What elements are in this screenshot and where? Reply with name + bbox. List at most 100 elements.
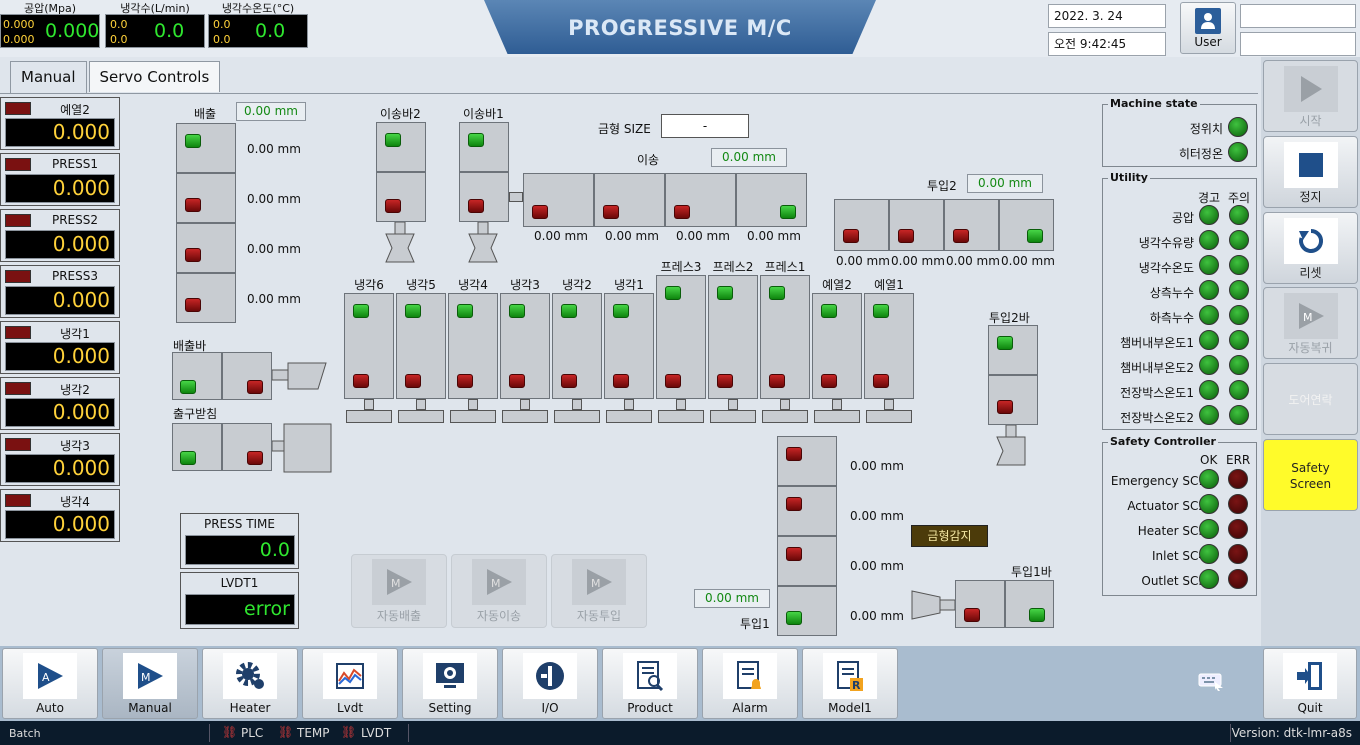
transfer-slot[interactable]	[665, 173, 736, 227]
station-down-button[interactable]	[405, 374, 421, 388]
transfer-bar1-up[interactable]	[459, 122, 509, 172]
station-down-button[interactable]	[561, 374, 577, 388]
tab-servo-controls[interactable]: Servo Controls	[88, 61, 221, 92]
reset-button[interactable]: 리셋	[1263, 212, 1358, 284]
input1-slot[interactable]	[777, 536, 837, 586]
input2-slot[interactable]	[999, 199, 1054, 251]
quit-button[interactable]: Quit	[1263, 648, 1357, 719]
meter-status-led	[5, 214, 31, 227]
nav-alarm-button[interactable]: Alarm	[702, 648, 798, 719]
station-up-button[interactable]	[665, 286, 681, 300]
nav-model1-button[interactable]: R Model1	[802, 648, 898, 719]
station-down-button[interactable]	[665, 374, 681, 388]
station-down-button[interactable]	[509, 374, 525, 388]
station-block[interactable]	[552, 293, 602, 399]
output-receiver-down[interactable]	[222, 423, 272, 471]
discharge-row-mm: 0.00 mm	[247, 242, 301, 256]
input1-bar-back[interactable]	[955, 580, 1005, 628]
discharge-slot[interactable]	[176, 223, 236, 273]
station-down-button[interactable]	[821, 374, 837, 388]
input1-slot[interactable]	[777, 436, 837, 486]
discharge-slot[interactable]	[176, 173, 236, 223]
station-down-button[interactable]	[769, 374, 785, 388]
transfer-slot[interactable]	[523, 173, 594, 227]
station-block[interactable]	[344, 293, 394, 399]
safety-err-led	[1228, 569, 1248, 589]
transfer-bar2-down[interactable]	[376, 172, 426, 222]
meter-status-led	[5, 494, 31, 507]
discharge-bar-forward[interactable]	[172, 352, 222, 400]
transfer-slot[interactable]	[594, 173, 665, 227]
station-base	[554, 410, 600, 423]
station-down-button[interactable]	[613, 374, 629, 388]
nav-setting-button[interactable]: Setting	[402, 648, 498, 719]
station-up-button[interactable]	[613, 304, 629, 318]
nav-manual-button[interactable]: M Manual	[102, 648, 198, 719]
station-block[interactable]	[760, 275, 810, 399]
station-block[interactable]	[656, 275, 706, 399]
nav-product-button[interactable]: Product	[602, 648, 698, 719]
station-down-button[interactable]	[873, 374, 889, 388]
stop-button[interactable]: 정지	[1263, 136, 1358, 208]
station-down-button[interactable]	[457, 374, 473, 388]
nav-lvdt-button[interactable]: Lvdt	[302, 648, 398, 719]
input2-slot[interactable]	[834, 199, 889, 251]
nav-auto-button[interactable]: A Auto	[2, 648, 98, 719]
station-block[interactable]	[708, 275, 758, 399]
discharge-slot[interactable]	[176, 123, 236, 173]
transfer-bar2-up[interactable]	[376, 122, 426, 172]
station-block[interactable]	[812, 293, 862, 399]
station-up-button[interactable]	[509, 304, 525, 318]
auto-transfer-button[interactable]: M 자동이송	[451, 554, 547, 628]
nav-io-button[interactable]: I/O	[502, 648, 598, 719]
lvdt1-meter: LVDT1 error	[180, 572, 299, 629]
input1-slot[interactable]	[777, 486, 837, 536]
station-up-button[interactable]	[405, 304, 421, 318]
station-down-button[interactable]	[717, 374, 733, 388]
stop-label: 정지	[1299, 190, 1322, 204]
nav-heater-button[interactable]: Heater	[202, 648, 298, 719]
station-up-button[interactable]	[561, 304, 577, 318]
transfer-bar1-down[interactable]	[459, 172, 509, 222]
auto-return-button[interactable]: M 자동복귀	[1263, 287, 1358, 359]
station-up-button[interactable]	[457, 304, 473, 318]
input2-slot[interactable]	[889, 199, 944, 251]
input2-bar-down[interactable]	[988, 375, 1038, 425]
input2-slot[interactable]	[944, 199, 999, 251]
input1-slot[interactable]	[777, 586, 837, 636]
station-block[interactable]	[396, 293, 446, 399]
station-up-button[interactable]	[821, 304, 837, 318]
station-up-button[interactable]	[873, 304, 889, 318]
auto-input-button[interactable]: M 자동투입	[551, 554, 647, 628]
discharge-slot[interactable]	[176, 273, 236, 323]
auto-discharge-button[interactable]: M 자동배출	[351, 554, 447, 628]
output-receiver-up[interactable]	[172, 423, 222, 471]
door-link-button[interactable]: 도어연락	[1263, 363, 1358, 435]
station-block[interactable]	[604, 293, 654, 399]
station-up-button[interactable]	[769, 286, 785, 300]
station-stem	[572, 399, 582, 410]
keyboard-icon[interactable]	[1198, 672, 1224, 692]
discharge-label: 배출	[194, 107, 217, 121]
tab-manual[interactable]: Manual	[10, 61, 87, 93]
input1-bar-forward[interactable]	[1005, 580, 1054, 628]
station-down-button[interactable]	[353, 374, 369, 388]
safety-screen-button[interactable]: Safety Screen	[1263, 439, 1358, 511]
station-up-button[interactable]	[717, 286, 733, 300]
station-up-button[interactable]	[353, 304, 369, 318]
press-time-value: 0.0	[185, 535, 295, 565]
station-block[interactable]	[500, 293, 550, 399]
user-button[interactable]: User	[1180, 2, 1236, 54]
left-meter: 냉각1 0.000	[0, 321, 120, 374]
station-stem	[884, 399, 894, 410]
discharge-bar-back[interactable]	[222, 352, 272, 400]
press-time-meter: PRESS TIME 0.0	[180, 513, 299, 569]
transfer-slot[interactable]	[736, 173, 807, 227]
station-stem	[416, 399, 426, 410]
input2-bar-up[interactable]	[988, 325, 1038, 375]
utility-caution-led	[1229, 380, 1249, 400]
station-block[interactable]	[448, 293, 498, 399]
batch-label: Batch	[9, 727, 41, 740]
station-block[interactable]	[864, 293, 914, 399]
start-button[interactable]: 시작	[1263, 60, 1358, 132]
